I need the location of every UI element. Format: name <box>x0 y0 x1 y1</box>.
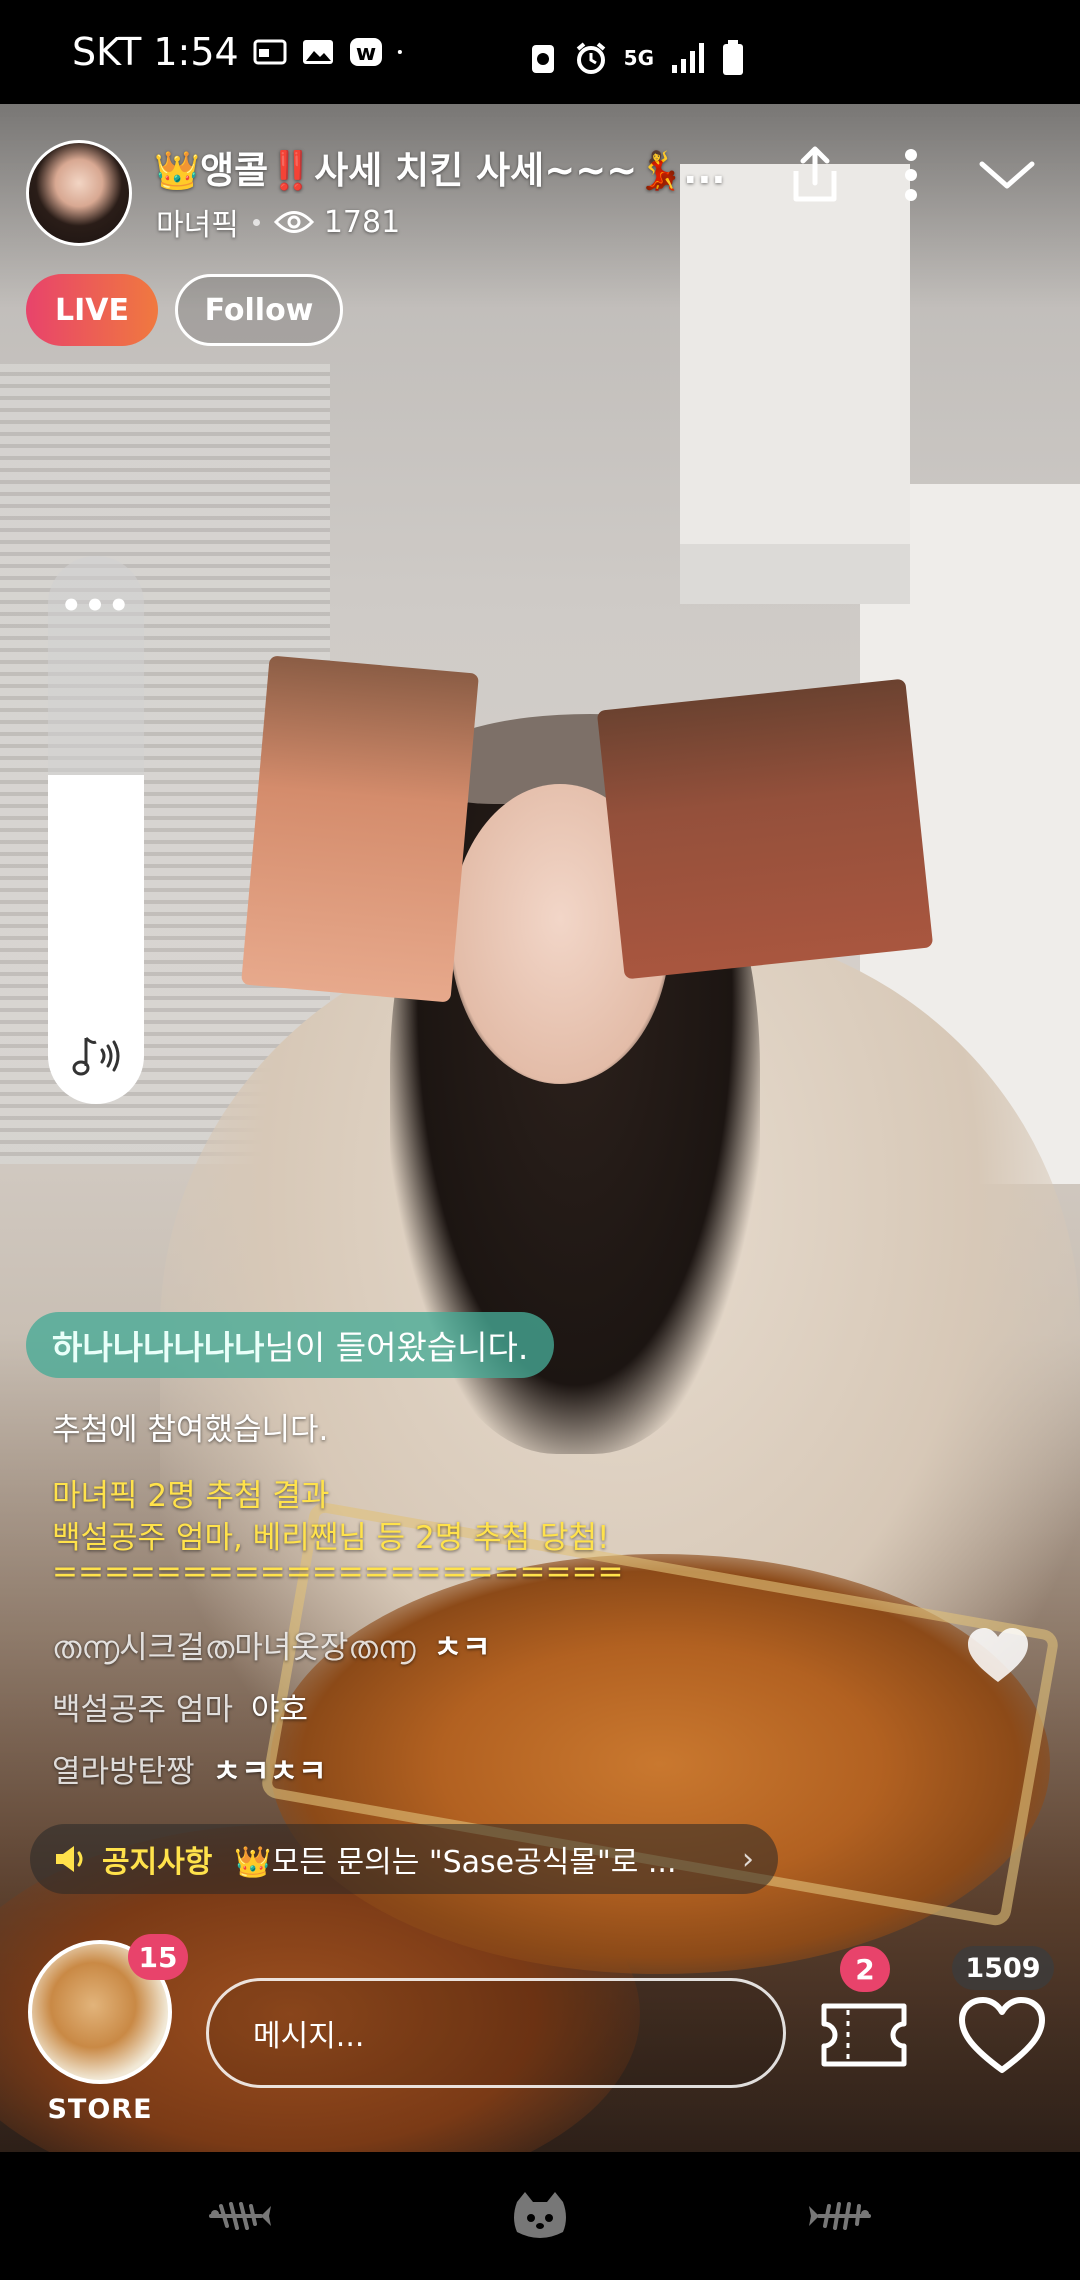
streamer-avatar[interactable] <box>26 140 132 246</box>
chat-message: ത൬시크걸ത마녀옷장ത൬ ㅊㅋ <box>52 1622 491 1667</box>
chat-message: 백설공주 엄마 야호 <box>52 1684 308 1729</box>
kebab-menu-icon <box>905 149 917 201</box>
message-input[interactable]: 메시지... <box>206 1978 786 2088</box>
chat-text: ㅊㅋ <box>433 1630 491 1666</box>
like-count: 1509 <box>952 1946 1054 1990</box>
ceiling-pillar <box>680 164 910 584</box>
minimize-button[interactable] <box>972 140 1042 210</box>
signal-icon <box>672 43 704 73</box>
chat-text: 야호 <box>250 1692 309 1728</box>
battery-saver-icon <box>531 45 554 73</box>
chat-system-line: 추첨에 참여했습니다. <box>52 1412 329 1448</box>
viewer-count: 1781 <box>323 204 401 240</box>
store-label: STORE <box>47 2094 153 2125</box>
w-app-icon: w <box>349 38 382 66</box>
ceiling-vent <box>680 544 910 604</box>
stream-title: 👑앵콜‼️사세 치킨 사세~~~💃... <box>154 149 726 192</box>
image-notification-icon <box>302 40 333 64</box>
chevron-right-icon: › <box>742 1841 754 1877</box>
product-box-left <box>241 655 479 1003</box>
system-nav-bar <box>0 2152 1080 2280</box>
ticket-icon[interactable] <box>818 2000 910 2070</box>
fish-bone-back-icon[interactable] <box>205 2188 275 2244</box>
live-badge: LIVE <box>26 274 158 346</box>
chat-username[interactable]: 열라방탄짱 <box>52 1754 195 1790</box>
join-user-name: 하나나나나나나 <box>52 1328 265 1367</box>
chat-username[interactable]: 백설공주 엄마 <box>52 1692 233 1728</box>
channel-name[interactable]: 마녀픽 <box>156 200 239 244</box>
notice-bar[interactable]: 공지사항 👑모든 문의는 "Sase공식몰"로 ... › <box>30 1824 778 1894</box>
status-right: 5G <box>528 40 744 76</box>
ticket-count-badge: 2 <box>840 1946 890 1992</box>
notice-text: 👑모든 문의는 "Sase공식몰"로 ... <box>234 1845 677 1880</box>
fish-bone-recents-icon[interactable] <box>805 2188 875 2244</box>
chat-announcement-line: 백설공주 엄마, 베리짼님 등 2명 추첨 당첨! <box>52 1520 610 1556</box>
status-bar: SKT 1:54 w 5G <box>0 0 1080 104</box>
cat-home-icon[interactable] <box>505 2188 575 2244</box>
chat-message: 열라방탄짱 ㅊㅋㅊㅋ <box>52 1746 327 1791</box>
separator-dot <box>252 218 260 226</box>
join-suffix: 님이 들어왔습니다. <box>264 1328 529 1367</box>
message-placeholder: 메시지... <box>253 2019 365 2054</box>
svg-text:w: w <box>356 41 376 66</box>
stream-subinfo: 마녀픽 1781 <box>156 200 400 244</box>
network-type: 5G <box>623 46 654 70</box>
more-notifications-dot-icon <box>397 49 402 55</box>
share-icon <box>793 146 837 202</box>
store-count-badge: 15 <box>128 1934 188 1980</box>
status-left: SKT 1:54 w <box>72 30 411 74</box>
alarm-icon <box>576 42 605 74</box>
chat-announcement-line: ====================== <box>52 1554 624 1590</box>
notice-label: 공지사항 <box>102 1845 213 1880</box>
eye-icon <box>273 211 314 233</box>
heart-icon[interactable] <box>958 1996 1046 2076</box>
volume-more-icon[interactable]: ••• <box>48 586 144 626</box>
chat-text: ㅊㅋㅊㅋ <box>212 1754 327 1790</box>
chevron-down-icon <box>979 161 1035 189</box>
chat-announcement-line: 마녀픽 2명 추첨 결과 <box>52 1478 330 1514</box>
more-options-button[interactable] <box>876 140 946 210</box>
volume-slider[interactable]: ••• <box>48 556 144 1104</box>
floating-heart-icon <box>968 1628 1028 1682</box>
chat-username[interactable]: ത൬시크걸ത마녀옷장ത൬ <box>52 1630 416 1666</box>
music-note-icon <box>72 1036 120 1076</box>
follow-button[interactable]: Follow <box>175 274 343 346</box>
battery-icon <box>723 40 743 75</box>
megaphone-icon <box>56 1846 83 1872</box>
carrier-time: SKT 1:54 <box>72 30 239 74</box>
product-box-right <box>596 678 934 980</box>
join-notification: 하나나나나나나 님이 들어왔습니다. <box>26 1312 555 1378</box>
gallery-notification-icon <box>253 39 287 65</box>
share-button[interactable] <box>780 140 850 210</box>
